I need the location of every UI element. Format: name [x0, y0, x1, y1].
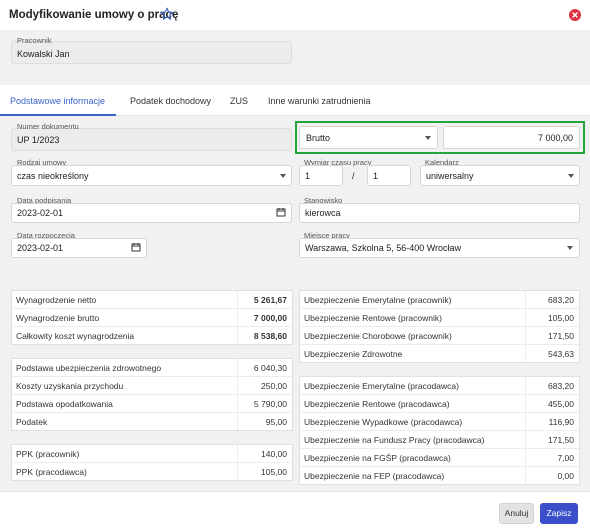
row-label: PPK (pracownik) [16, 449, 80, 459]
row-value: 683,20 [548, 295, 574, 305]
table-row: Ubezpieczenie Wypadkowe (pracodawca) 116… [300, 413, 579, 431]
document-number-label: Numer dokumentu [17, 122, 79, 131]
row-label: Ubezpieczenie Rentowe (pracodawca) [304, 399, 450, 409]
table-row: Wynagrodzenie brutto 7 000,00 [12, 309, 292, 327]
active-tab-indicator [0, 114, 116, 116]
row-value: 95,00 [265, 417, 287, 427]
row-label: Ubezpieczenie Rentowe (pracownik) [304, 313, 442, 323]
row-value: 140,00 [261, 449, 287, 459]
dialog-title: Modyfikowanie umowy o pracę [9, 9, 179, 21]
calendar-icon[interactable] [131, 242, 141, 252]
calendar-icon[interactable] [276, 207, 286, 217]
sign-date-value: 2023-02-01 [17, 208, 64, 218]
table-row: PPK (pracownik) 140,00 [12, 445, 292, 463]
table-row: Koszty uzyskania przychodu 250,00 [12, 377, 292, 395]
star-icon[interactable] [160, 7, 174, 21]
row-value: 7 000,00 [253, 313, 287, 323]
table-row: PPK (pracodawca) 105,00 [12, 463, 292, 481]
table-row: Podstawa opodatkowania 5 790,00 [12, 395, 292, 413]
table-row: Ubezpieczenie Emerytalne (pracodawca) 68… [300, 377, 579, 395]
row-label: Ubezpieczenie Wypadkowe (pracodawca) [304, 417, 463, 427]
row-value: 6 040,30 [253, 363, 287, 373]
tax-summary: Podstawa ubezpieczenia zdrowotnego 6 040… [11, 358, 293, 431]
row-label: Ubezpieczenie Emerytalne (pracodawca) [304, 381, 459, 391]
row-value: 455,00 [548, 399, 574, 409]
chevron-down-icon [568, 174, 574, 178]
table-row: Podatek 95,00 [12, 413, 292, 431]
row-value: 7,00 [557, 453, 574, 463]
row-label: Koszty uzyskania przychodu [16, 381, 124, 391]
row-label: Podatek [16, 417, 48, 427]
row-label: Ubezpieczenie Chorobowe (pracownik) [304, 331, 452, 341]
row-label: PPK (pracodawca) [16, 467, 87, 477]
calendar-value: uniwersalny [426, 171, 474, 181]
chevron-down-icon [425, 136, 431, 140]
row-label: Ubezpieczenie na Fundusz Pracy (pracodaw… [304, 435, 485, 445]
working-time-denominator: 1 [373, 171, 379, 181]
close-icon[interactable] [569, 9, 581, 21]
row-value: 683,20 [548, 381, 574, 391]
row-value: 250,00 [261, 381, 287, 391]
salary-summary: Wynagrodzenie netto 5 261,67 Wynagrodzen… [11, 290, 293, 345]
working-time-numerator: 1 [305, 171, 311, 181]
table-row: Całkowity koszt wynagrodzenia 8 538,60 [12, 327, 292, 345]
cancel-button[interactable]: Anuluj [499, 503, 534, 524]
position-input[interactable] [299, 203, 580, 223]
table-row: Ubezpieczenie na FEP (pracodawca) 0,00 [300, 467, 579, 485]
workplace-value: Warszawa, Szkolna 5, 56-400 Wrocław [305, 243, 462, 253]
row-label: Wynagrodzenie brutto [16, 313, 100, 323]
employee-value: Kowalski Jan [17, 49, 70, 59]
table-row: Ubezpieczenie Zdrowotne 543,63 [300, 345, 579, 363]
row-label: Ubezpieczenie Zdrowotne [304, 349, 403, 359]
row-value: 171,50 [548, 435, 574, 445]
employer-contributions: Ubezpieczenie Emerytalne (pracodawca) 68… [299, 376, 580, 485]
row-label: Ubezpieczenie na FEP (pracodawca) [304, 471, 445, 481]
position-value: kierowca [305, 208, 341, 218]
row-label: Ubezpieczenie na FGŚP (pracodawca) [304, 453, 451, 463]
table-row: Wynagrodzenie netto 5 261,67 [12, 291, 292, 309]
row-value: 5 790,00 [253, 399, 287, 409]
row-value: 0,00 [557, 471, 574, 481]
salary-type-value: Brutto [306, 133, 331, 143]
row-label: Całkowity koszt wynagrodzenia [16, 331, 135, 341]
table-row: Ubezpieczenie Rentowe (pracownik) 105,00 [300, 309, 579, 327]
row-value: 105,00 [548, 313, 574, 323]
working-time-separator: / [352, 171, 355, 181]
tab-zus[interactable]: ZUS [230, 96, 248, 106]
row-label: Podstawa ubezpieczenia zdrowotnego [16, 363, 162, 373]
table-row: Podstawa ubezpieczenia zdrowotnego 6 040… [12, 359, 292, 377]
tab-other-conditions[interactable]: Inne warunki zatrudnienia [268, 96, 371, 106]
chevron-down-icon [280, 174, 286, 178]
document-number-value: UP 1/2023 [17, 135, 60, 145]
row-value: 5 261,67 [253, 295, 287, 305]
salary-amount-value: 7 000,00 [537, 133, 573, 143]
ppk-summary: PPK (pracownik) 140,00 PPK (pracodawca) … [11, 444, 293, 481]
row-value: 8 538,60 [253, 331, 287, 341]
row-label: Wynagrodzenie netto [16, 295, 97, 305]
row-value: 171,50 [548, 331, 574, 341]
save-button[interactable]: Zapisz [540, 503, 578, 524]
tab-basic-info[interactable]: Podstawowe informacje [10, 96, 105, 106]
row-value: 543,63 [548, 349, 574, 359]
employee-contributions: Ubezpieczenie Emerytalne (pracownik) 683… [299, 290, 580, 363]
row-value: 116,90 [548, 417, 574, 427]
row-label: Podstawa opodatkowania [16, 399, 113, 409]
table-row: Ubezpieczenie Emerytalne (pracownik) 683… [300, 291, 579, 309]
row-value: 105,00 [261, 467, 287, 477]
table-row: Ubezpieczenie na FGŚP (pracodawca) 7,00 [300, 449, 579, 467]
table-row: Ubezpieczenie Chorobowe (pracownik) 171,… [300, 327, 579, 345]
table-row: Ubezpieczenie na Fundusz Pracy (pracodaw… [300, 431, 579, 449]
row-label: Ubezpieczenie Emerytalne (pracownik) [304, 295, 452, 305]
start-date-value: 2023-02-01 [17, 243, 64, 253]
tab-income-tax[interactable]: Podatek dochodowy [130, 96, 211, 106]
employee-label: Pracownik [17, 36, 52, 45]
chevron-down-icon [567, 246, 573, 250]
contract-type-value: czas nieokreślony [17, 171, 89, 181]
table-row: Ubezpieczenie Rentowe (pracodawca) 455,0… [300, 395, 579, 413]
